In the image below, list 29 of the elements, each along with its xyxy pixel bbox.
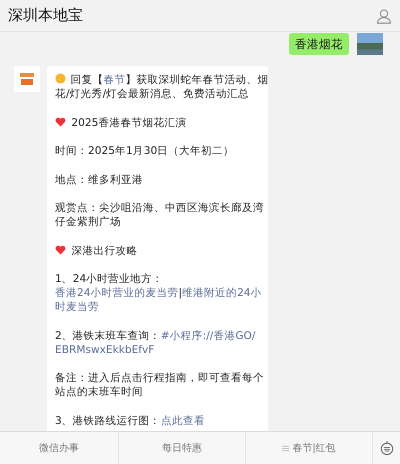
menu-icon <box>282 444 290 452</box>
message-text: 观赏点：尖沙咀沿海、中西区海滨长廊及湾 <box>55 202 264 214</box>
message-link[interactable]: 春节 <box>103 74 126 86</box>
message-link[interactable]: 香港24小时营业的麦当劳 <box>55 287 178 299</box>
chat-title: 深圳本地宝 <box>8 6 83 25</box>
message-text: 时间：2025年1月30日（大年初二） <box>55 145 234 157</box>
profile-icon[interactable] <box>376 8 392 24</box>
keyboard-icon[interactable] <box>380 440 394 456</box>
message-link[interactable]: 维港附近的24小 <box>182 287 262 299</box>
message-link[interactable]: 时麦当劳 <box>55 301 99 313</box>
message-text: 2025香港春节烟花汇演 <box>71 116 186 128</box>
message-text: 地点：维多利亚港 <box>55 174 143 186</box>
message-link[interactable]: EBRMswxEkkbEfvF <box>55 344 154 356</box>
message-link[interactable]: 点此查看 <box>160 414 205 426</box>
sent-message: 香港烟花 <box>289 33 349 55</box>
message-text: 仔金紫荆广场 <box>55 216 121 228</box>
message-text: 站点的末班车时间 <box>55 386 143 398</box>
message-link[interactable]: #小程序://香港GO/ <box>160 330 256 342</box>
message-text: 2、港铁末班车查询： <box>55 330 161 342</box>
message-text: 花/灯光秀/灯会最新消息、免费活动汇总 <box>55 88 250 100</box>
message-text: 】获取深圳蛇年春节活动、烟 <box>125 74 268 86</box>
message-text: 深港出行攻略 <box>71 244 138 256</box>
message-text: 1、24小时营业地方： <box>55 273 164 285</box>
message-text: | <box>178 287 182 299</box>
avatar-photo-placeholder <box>357 33 383 55</box>
message-text: 3、港铁路线运行图： <box>55 414 161 426</box>
message-text: 回复【 <box>70 74 104 86</box>
account-logo-icon <box>14 66 40 92</box>
message-text: 备注：进入后点击行程指南，即可查看每个 <box>55 372 264 384</box>
